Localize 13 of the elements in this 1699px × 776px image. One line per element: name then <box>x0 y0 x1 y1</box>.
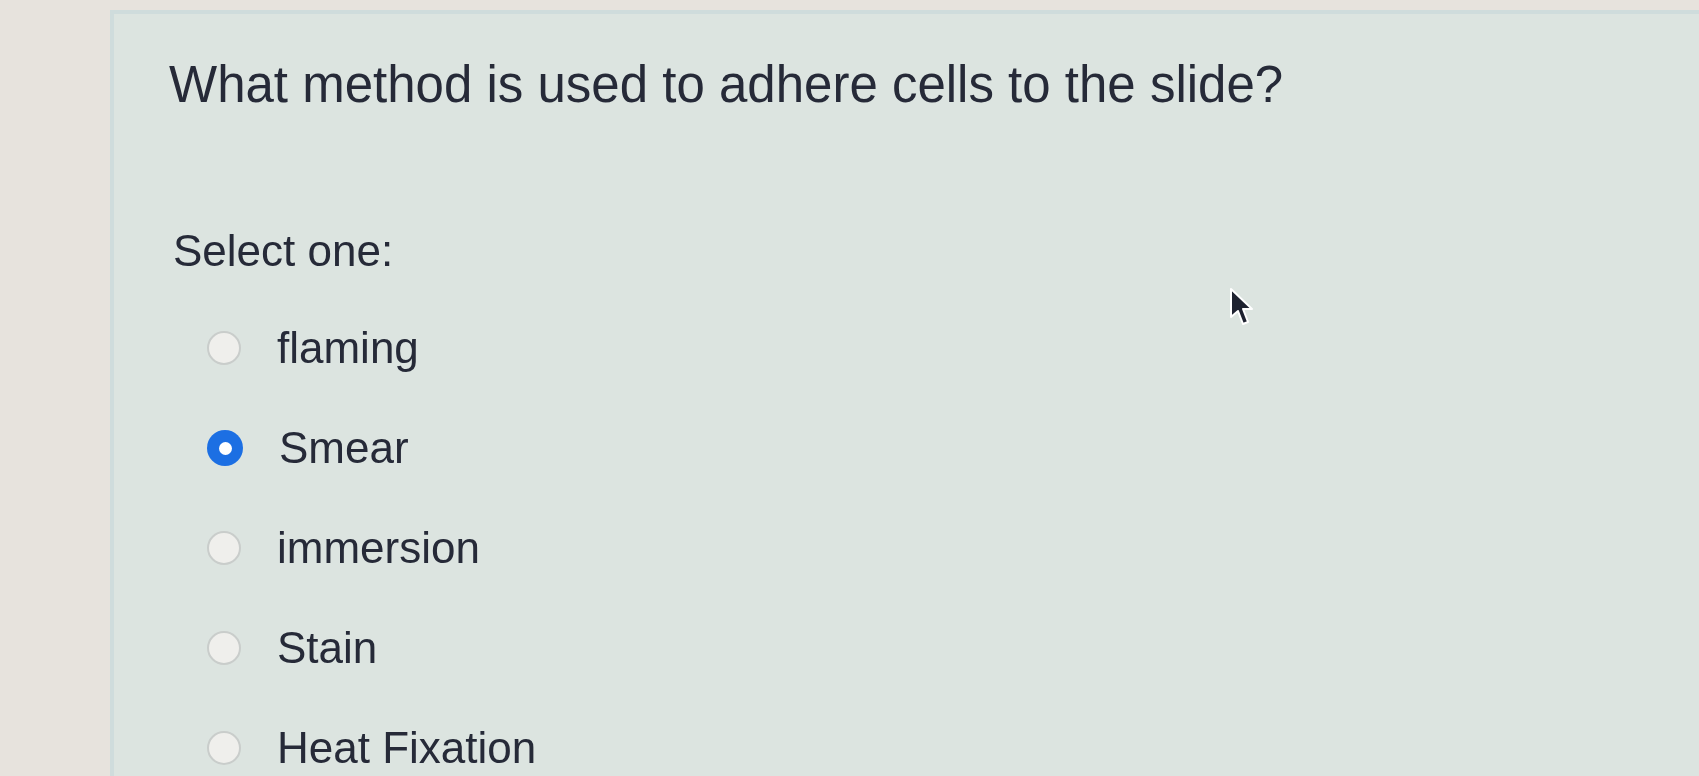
question-text: What method is used to adhere cells to the slide? <box>169 55 1284 115</box>
option-label[interactable]: Heat Fixation <box>277 722 537 775</box>
radio-button[interactable] <box>207 731 241 766</box>
option-label[interactable]: Smear <box>279 422 409 475</box>
select-prompt: Select one: <box>173 225 394 278</box>
radio-button[interactable] <box>207 631 241 666</box>
option-label[interactable]: immersion <box>277 522 480 575</box>
option-label[interactable]: flaming <box>277 322 419 375</box>
option-label[interactable]: Stain <box>277 622 378 675</box>
radio-button[interactable] <box>207 531 241 566</box>
radio-button[interactable] <box>207 331 241 366</box>
mouse-pointer-icon <box>1229 287 1253 327</box>
radio-button[interactable] <box>207 430 243 467</box>
